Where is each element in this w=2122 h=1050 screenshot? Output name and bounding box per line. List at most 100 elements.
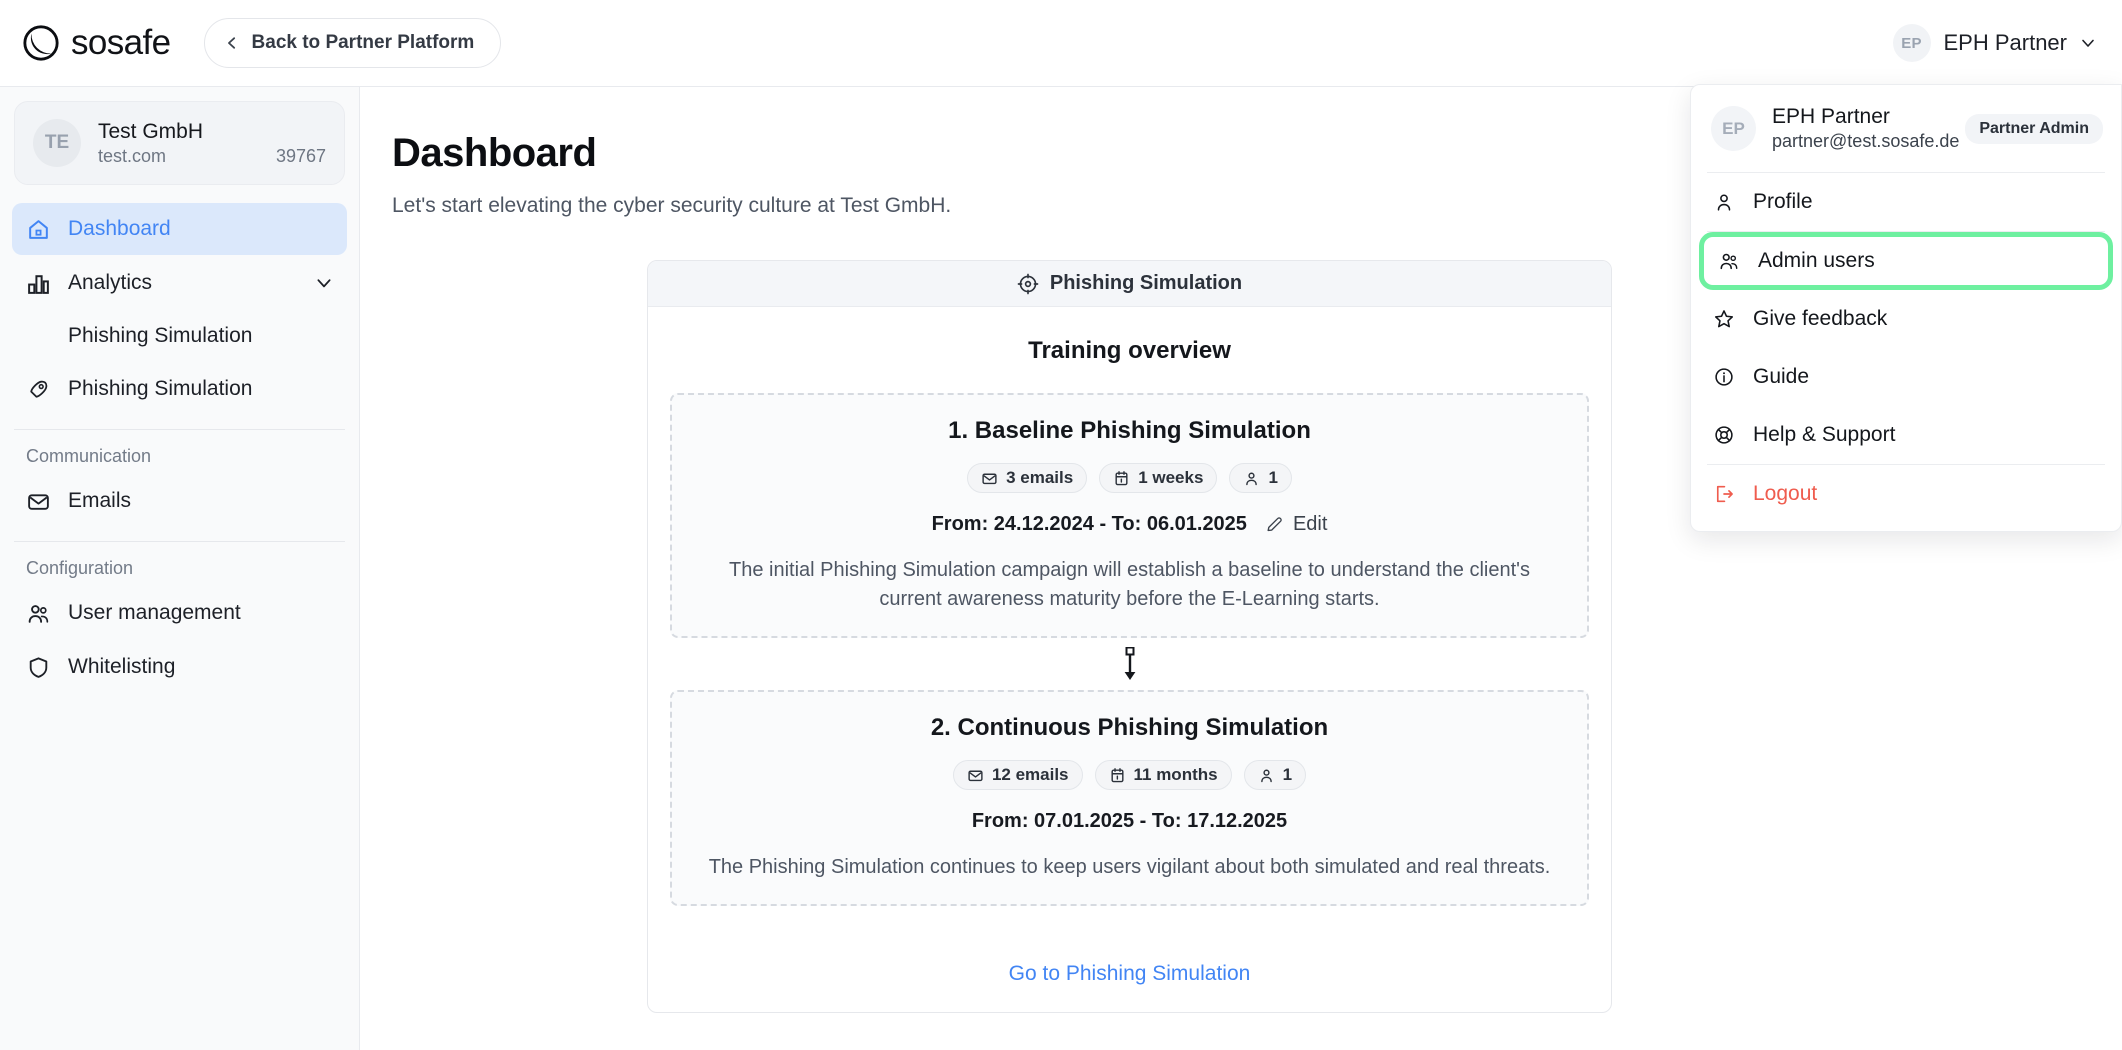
org-texts: Test GmbH test.com 39767	[98, 119, 326, 166]
users-icon	[1720, 253, 1738, 270]
user-icon	[1260, 769, 1272, 782]
mail-icon	[968, 770, 983, 781]
top-bar: sosafe Back to Partner Platform EP EPH P…	[0, 0, 2122, 87]
menu-item-label: Admin users	[1758, 249, 1875, 272]
campaign-dates: From: 07.01.2025 - To: 17.12.2025	[971, 810, 1288, 832]
org-subrow: test.com 39767	[98, 146, 326, 167]
badge-label: 3 emails	[1006, 468, 1074, 487]
rocket-icon	[30, 380, 48, 398]
menu-item-logout[interactable]: Logout	[1691, 465, 2121, 523]
sidebar-item-label: Dashboard	[68, 217, 171, 240]
avatar: EP	[1892, 24, 1931, 62]
back-to-partner-platform-button[interactable]: Back to Partner Platform	[203, 18, 502, 68]
sidebar-item-label: User management	[68, 601, 241, 624]
menu-item-give-feedback[interactable]: Give feedback	[1691, 290, 2121, 348]
badge-label: 11 months	[1133, 765, 1218, 784]
sidebar-item-emails[interactable]: Emails	[12, 475, 347, 527]
users-icon	[28, 604, 49, 623]
campaign-dates: From: 24.12.2024 - To: 06.01.2025	[931, 513, 1247, 535]
badge-label: 1	[1268, 468, 1278, 487]
campaign-connector	[670, 638, 1589, 690]
star-icon	[1714, 310, 1734, 328]
menu-item-guide[interactable]: Guide	[1691, 348, 2121, 406]
edit-label: Edit	[1292, 513, 1328, 535]
campaign-description: The initial Phishing Simulation campaign…	[729, 559, 1530, 610]
campaign-badges: 3 emails 1 weeks 1	[696, 463, 1563, 493]
sidebar-item-user-management[interactable]: User management	[12, 587, 347, 639]
sidebar-item-dashboard[interactable]: Dashboard	[12, 203, 347, 255]
badge-users: 1	[1243, 760, 1307, 790]
sosafe-logo-icon	[23, 25, 59, 61]
brand-logo[interactable]: sosafe	[22, 23, 171, 63]
user-name-label: EPH Partner	[1943, 30, 2068, 55]
menu-item-help-and-support[interactable]: Help & Support	[1691, 406, 2121, 464]
badge-duration: 1 weeks	[1099, 463, 1218, 493]
logout-icon	[1716, 485, 1733, 503]
menu-user-name: EPH Partner	[1772, 105, 1890, 128]
badge-duration: 11 months	[1094, 760, 1232, 790]
sidebar-subitem-phishing-simulation-analytics[interactable]: Phishing Simulation	[12, 311, 347, 361]
edit-campaign-button[interactable]: Edit	[1265, 513, 1327, 536]
org-name: Test GmbH	[98, 120, 204, 144]
menu-user-identity: EPH Partner partner@test.sosafe.de	[1772, 104, 1960, 153]
campaign-title: 1. Baseline Phishing Simulation	[948, 417, 1311, 444]
target-icon	[1017, 273, 1039, 294]
org-avatar: TE	[33, 119, 81, 167]
menu-item-label: Guide	[1753, 365, 1810, 388]
sidebar-divider	[14, 429, 345, 430]
go-to-phishing-simulation-link[interactable]: Go to Phishing Simulation	[1009, 962, 1251, 985]
badge-label: 1 weeks	[1138, 468, 1204, 487]
user-icon	[1246, 472, 1258, 485]
sidebar-item-label: Phishing Simulation	[68, 377, 253, 400]
badge-label: 1	[1282, 765, 1293, 784]
sidebar-nav: Dashboard Analytics Phishing Simulation	[0, 195, 359, 693]
menu-item-admin-users[interactable]: Admin users	[1699, 232, 2113, 290]
sidebar-item-label: Whitelisting	[68, 655, 176, 678]
panel-header: Phishing Simulation	[648, 261, 1611, 307]
badge-label: 12 emails	[991, 765, 1069, 784]
panel-header-label: Phishing Simulation	[1049, 272, 1243, 294]
user-menu-button[interactable]: EP EPH Partner	[1892, 18, 2097, 68]
mail-icon	[982, 473, 997, 484]
back-button-label: Back to Partner Platform	[251, 32, 475, 53]
menu-item-profile[interactable]: Profile	[1691, 173, 2121, 231]
phishing-simulation-panel: Phishing Simulation Training overview 1.…	[647, 260, 1612, 1013]
badge-emails: 3 emails	[967, 463, 1088, 493]
sidebar: TE Test GmbH test.com 39767 Dashboard An…	[0, 87, 360, 1050]
shield-icon	[29, 656, 48, 678]
menu-item-label: Help & Support	[1753, 423, 1896, 446]
menu-user-email: partner@test.sosafe.de	[1772, 130, 1960, 151]
training-overview-title: Training overview	[1028, 337, 1231, 364]
user-icon	[1717, 194, 1731, 211]
avatar: EP	[1711, 106, 1756, 151]
sidebar-item-label: Emails	[68, 489, 132, 512]
org-id: 39767	[275, 145, 326, 166]
lifebuoy-icon	[1715, 426, 1733, 444]
org-domain: test.com	[98, 145, 167, 166]
campaign-date-row: From: 07.01.2025 - To: 17.12.2025	[696, 810, 1563, 833]
chevron-down-icon	[2082, 39, 2094, 47]
campaign-card-2: 2. Continuous Phishing Simulation 12 ema…	[670, 690, 1589, 906]
calendar-icon	[1110, 767, 1124, 782]
menu-item-label: Give feedback	[1753, 307, 1888, 330]
user-dropdown-menu: EP EPH Partner partner@test.sosafe.de Pa…	[1690, 84, 2122, 532]
sidebar-section-communication: Communication	[26, 446, 152, 466]
menu-item-label: Logout	[1753, 482, 1818, 505]
sidebar-item-whitelisting[interactable]: Whitelisting	[12, 641, 347, 693]
chevron-down-icon[interactable]	[315, 274, 333, 292]
organization-card[interactable]: TE Test GmbH test.com 39767	[14, 101, 345, 185]
sidebar-item-phishing-simulation[interactable]: Phishing Simulation	[12, 363, 347, 415]
campaign-title: 2. Continuous Phishing Simulation	[930, 714, 1329, 741]
sidebar-item-analytics[interactable]: Analytics	[12, 257, 347, 309]
menu-user-header: EP EPH Partner partner@test.sosafe.de Pa…	[1691, 85, 2121, 172]
campaign-card-1: 1. Baseline Phishing Simulation 3 emails	[670, 393, 1589, 638]
info-icon	[1715, 368, 1733, 386]
arrow-down-icon	[1124, 647, 1135, 680]
menu-item-label: Profile	[1753, 190, 1813, 213]
home-icon	[29, 219, 48, 239]
sidebar-item-label: Analytics	[68, 271, 153, 294]
campaign-description: The Phishing Simulation continues to kee…	[708, 856, 1551, 878]
panel-body: Training overview 1. Baseline Phishing S…	[648, 307, 1611, 932]
app-root: sosafe Back to Partner Platform EP EPH P…	[0, 0, 2122, 1050]
status-badge: Partner Admin	[1965, 113, 2103, 144]
